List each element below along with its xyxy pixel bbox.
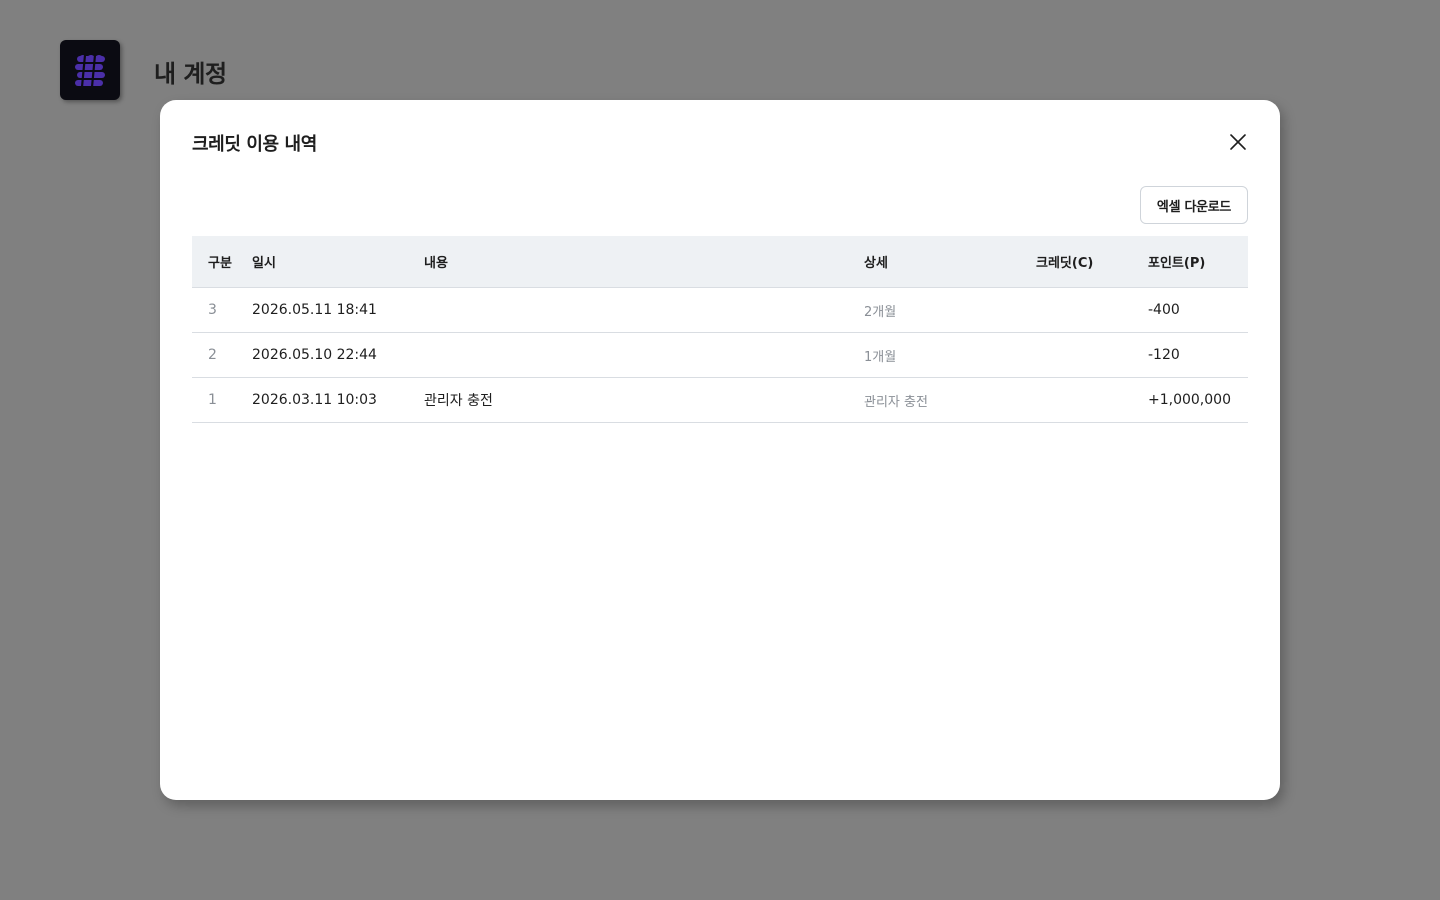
row-point: -400 (1148, 302, 1180, 318)
column-header-detail: 상세 (864, 256, 888, 271)
column-header-content: 내용 (424, 256, 448, 271)
row-content: 관리자 충전 (424, 393, 493, 409)
modal-title: 크레딧 이용 내역 (192, 134, 317, 155)
close-button[interactable] (1226, 130, 1250, 154)
table-header: 구분 일시 내용 상세 크레딧(C) 포인트(P) (192, 236, 1248, 288)
credit-history-modal: 크레딧 이용 내역 엑셀 다운로드 구분 일시 내용 상세 크레딧(C) 포인트… (160, 100, 1280, 800)
table-row: 2 2026.05.10 22:44 1개월 -120 (192, 333, 1248, 378)
row-date: 2026.05.11 18:41 (252, 302, 377, 318)
row-point: +1,000,000 (1148, 392, 1231, 408)
column-header-no: 구분 (208, 256, 232, 271)
row-no: 2 (208, 347, 217, 363)
row-date: 2026.05.10 22:44 (252, 347, 377, 363)
row-detail: 1개월 (864, 349, 897, 365)
app-logo-icon (75, 54, 105, 87)
column-header-date: 일시 (252, 256, 276, 271)
table-row: 1 2026.03.11 10:03 관리자 충전 관리자 충전 +1,000,… (192, 378, 1248, 423)
row-date: 2026.03.11 10:03 (252, 392, 377, 408)
credit-history-table: 구분 일시 내용 상세 크레딧(C) 포인트(P) 3 2026.05.11 1… (192, 236, 1248, 423)
app-logo[interactable] (60, 40, 120, 100)
close-icon (1230, 134, 1246, 150)
table-row: 3 2026.05.11 18:41 2개월 -400 (192, 288, 1248, 333)
row-no: 3 (208, 302, 217, 318)
row-detail: 2개월 (864, 304, 897, 320)
row-point: -120 (1148, 347, 1180, 363)
row-no: 1 (208, 392, 217, 408)
row-detail: 관리자 충전 (864, 394, 928, 410)
page-title: 내 계정 (154, 60, 227, 88)
column-header-credit: 크레딧(C) (1036, 256, 1094, 271)
column-header-point: 포인트(P) (1148, 256, 1206, 271)
excel-download-button[interactable]: 엑셀 다운로드 (1140, 186, 1248, 224)
